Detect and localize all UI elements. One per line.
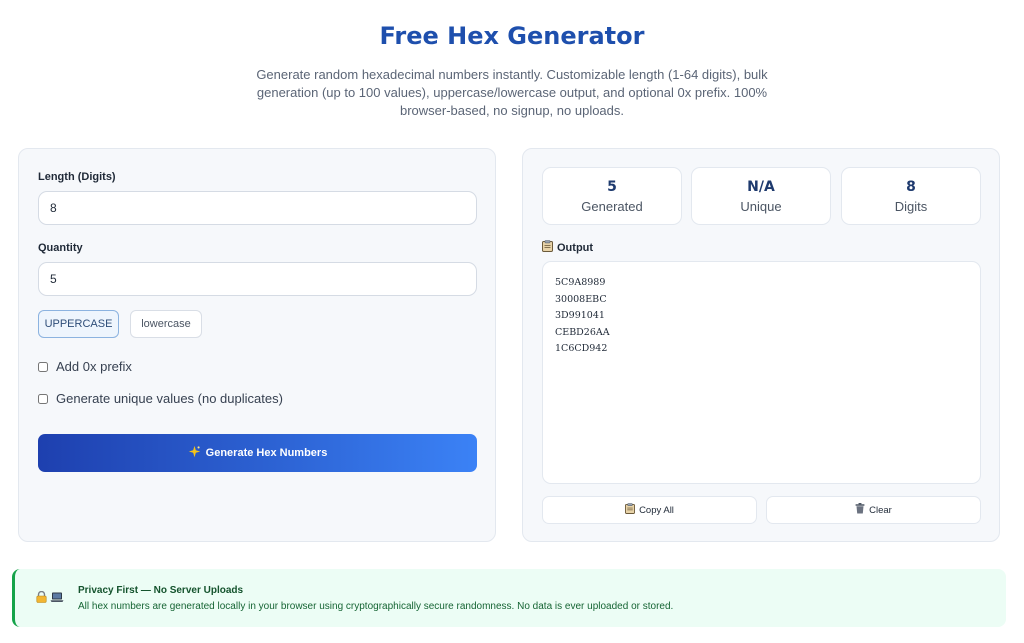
unique-option[interactable]: Generate unique values (no duplicates) bbox=[38, 391, 283, 406]
output-line: CEBD26AA bbox=[555, 326, 610, 338]
prefix-checkbox[interactable] bbox=[38, 361, 48, 372]
output-line: 1C6CD942 bbox=[555, 343, 608, 354]
output-label: Output bbox=[557, 241, 594, 254]
output-panel: 5 Generated N/A Unique 8 Digits Output 5… bbox=[522, 148, 1000, 542]
page-subtitle: Generate random hexadecimal numbers inst… bbox=[256, 67, 768, 118]
page-title: Free Hex Generator bbox=[379, 22, 645, 50]
stat-generated: 5 Generated bbox=[542, 167, 682, 225]
stat-generated-value: 5 bbox=[607, 179, 617, 195]
unique-label: Generate unique values (no duplicates) bbox=[56, 391, 283, 406]
quantity-label: Quantity bbox=[38, 242, 83, 254]
stat-digits: 8 Digits bbox=[841, 167, 981, 225]
lowercase-button[interactable]: lowercase bbox=[130, 310, 202, 338]
lock-icon bbox=[36, 590, 47, 606]
stat-unique-value: N/A bbox=[747, 179, 775, 195]
length-input[interactable] bbox=[38, 191, 477, 225]
stat-unique-label: Unique bbox=[740, 199, 782, 214]
sparkle-icon bbox=[188, 445, 201, 461]
stat-digits-label: Digits bbox=[894, 199, 928, 214]
quantity-input[interactable] bbox=[38, 262, 477, 296]
unique-checkbox[interactable] bbox=[38, 393, 48, 404]
trash-icon bbox=[855, 503, 865, 517]
settings-panel: Length (Digits) Quantity UPPERCASE lower… bbox=[18, 148, 496, 542]
privacy-text: All hex numbers are generated locally in… bbox=[78, 601, 674, 612]
laptop-icon bbox=[50, 591, 64, 606]
privacy-notice: Privacy First — No Server Uploads All he… bbox=[12, 569, 1006, 627]
generate-label: Generate Hex Numbers bbox=[205, 447, 328, 459]
copy-all-button[interactable]: Copy All bbox=[542, 496, 757, 524]
privacy-icons bbox=[36, 590, 64, 606]
clear-label: Clear bbox=[869, 504, 892, 516]
privacy-title: Privacy First — No Server Uploads bbox=[78, 585, 244, 596]
clear-button[interactable]: Clear bbox=[766, 496, 981, 524]
output-heading: Output bbox=[542, 240, 593, 255]
copy-all-label: Copy All bbox=[639, 504, 674, 516]
output-textarea[interactable]: 5C9A8989 30008EBC 3D991041 CEBD26AA 1C6C… bbox=[542, 261, 981, 484]
stat-generated-label: Generated bbox=[581, 199, 643, 214]
prefix-label: Add 0x prefix bbox=[56, 359, 132, 374]
output-line: 30008EBC bbox=[555, 293, 607, 305]
output-line: 3D991041 bbox=[555, 310, 605, 321]
uppercase-button[interactable]: UPPERCASE bbox=[38, 310, 119, 338]
output-line: 5C9A8989 bbox=[555, 277, 606, 288]
clipboard-icon bbox=[625, 503, 636, 517]
length-label: Length (Digits) bbox=[38, 171, 116, 183]
stat-unique: N/A Unique bbox=[691, 167, 831, 225]
clipboard-icon bbox=[542, 240, 553, 255]
prefix-option[interactable]: Add 0x prefix bbox=[38, 359, 132, 374]
generate-button[interactable]: Generate Hex Numbers bbox=[38, 434, 477, 472]
stat-digits-value: 8 bbox=[906, 179, 916, 195]
